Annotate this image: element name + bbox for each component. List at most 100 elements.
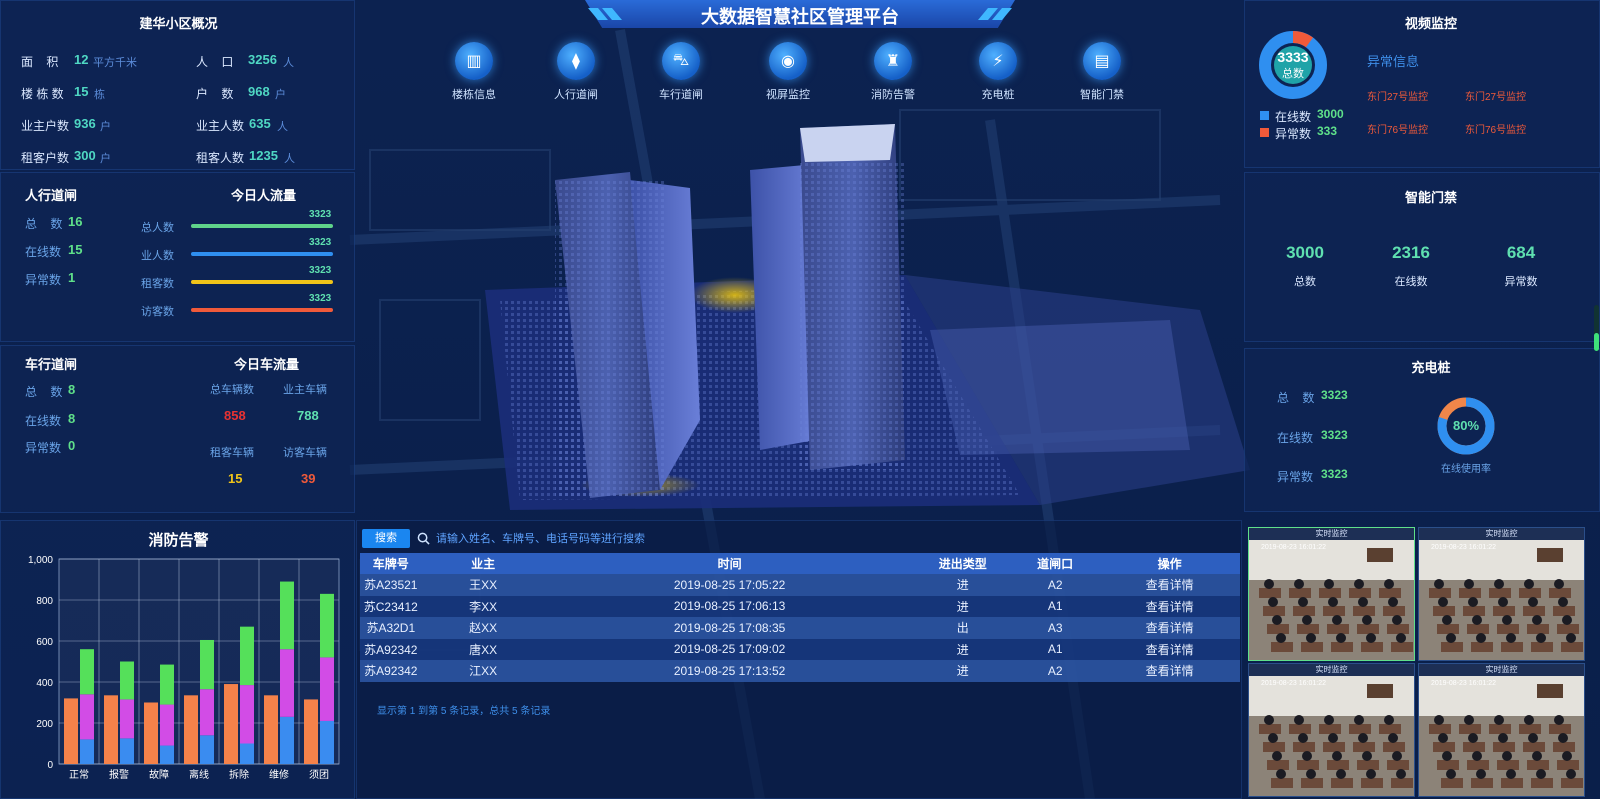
- search-button[interactable]: 搜索: [362, 529, 410, 548]
- buildings-unit: 栋: [94, 89, 105, 101]
- table-cell: 2019-08-25 17:06:13: [544, 595, 915, 617]
- scrollbar[interactable]: [1594, 305, 1599, 351]
- car-total-label: 总 数: [25, 385, 63, 399]
- nav-building-info[interactable]: ▥ 楼栋信息: [438, 42, 510, 102]
- bar-segment[interactable]: [104, 695, 118, 764]
- table-cell: A2: [1011, 574, 1100, 596]
- car-total-value: 8: [68, 382, 76, 397]
- table-cell: 2019-08-25 17:08:35: [544, 617, 915, 639]
- camera-feed[interactable]: 实时监控 2019-08-23 16:01:22: [1418, 527, 1585, 661]
- table-row[interactable]: 苏A23521 王XX 2019-08-25 17:05:22 进 A2 查看详情: [360, 574, 1240, 596]
- bar-segment[interactable]: [184, 695, 198, 764]
- column-header[interactable]: 业主: [421, 553, 545, 574]
- search-input[interactable]: [416, 529, 1016, 548]
- alert-item[interactable]: 东门27号监控: [1465, 88, 1526, 103]
- column-header[interactable]: 操作: [1099, 553, 1240, 574]
- view-details-link[interactable]: 查看详情: [1099, 660, 1240, 682]
- table-cell: 2019-08-25 17:05:22: [544, 574, 915, 596]
- scrollbar-thumb[interactable]: [1594, 333, 1599, 351]
- video-ring-value: 3333: [1277, 49, 1309, 65]
- bar-segment[interactable]: [160, 664, 174, 705]
- bar-segment[interactable]: [120, 738, 134, 764]
- table-cell: 2019-08-25 17:13:52: [544, 660, 915, 682]
- bar-segment[interactable]: [304, 699, 318, 764]
- table-cell: 唐XX: [421, 638, 545, 660]
- alert-item[interactable]: 东门27号监控: [1367, 88, 1428, 103]
- bar-segment[interactable]: [280, 716, 294, 764]
- bar-segment[interactable]: [200, 735, 214, 764]
- bar-segment[interactable]: [320, 720, 334, 764]
- bar-segment[interactable]: [64, 698, 78, 764]
- x-tick-label: 离线: [189, 768, 209, 781]
- table-cell: 2019-08-25 17:09:02: [544, 638, 915, 660]
- video-online-value: 3000: [1317, 107, 1344, 121]
- view-details-link[interactable]: 查看详情: [1099, 617, 1240, 639]
- car-flow-total-label: 总车辆数: [210, 384, 254, 396]
- bar-segment[interactable]: [120, 699, 134, 739]
- car-flow-total-value: 858: [224, 408, 246, 423]
- bar-segment[interactable]: [144, 702, 158, 765]
- bar-segment[interactable]: [80, 649, 94, 695]
- pedestrian-gate-icon: ⧫: [557, 42, 595, 80]
- ped-total-value: 16: [68, 214, 83, 229]
- bar-segment[interactable]: [264, 695, 278, 764]
- nav-fire-alarm[interactable]: ♜ 消防告警: [857, 42, 929, 102]
- bar-segment[interactable]: [320, 657, 334, 721]
- column-header[interactable]: 车牌号: [360, 553, 422, 574]
- legend-online-swatch: [1260, 111, 1269, 120]
- bar-segment[interactable]: [200, 689, 214, 736]
- column-header[interactable]: 时间: [544, 553, 915, 574]
- y-tick-label: 0: [47, 760, 53, 771]
- bar-segment[interactable]: [80, 739, 94, 764]
- nav-vehicle-gate[interactable]: ⛍ 车行道闸: [645, 42, 717, 102]
- table-row[interactable]: 苏A32D1 赵XX 2019-08-25 17:08:35 出 A3 查看详情: [360, 617, 1240, 639]
- view-details-link[interactable]: 查看详情: [1099, 574, 1240, 596]
- camera-icon: ◉: [769, 42, 807, 80]
- camera-title: 实时监控: [1419, 528, 1584, 540]
- column-header[interactable]: 进出类型: [914, 553, 1012, 574]
- bar-segment[interactable]: [280, 649, 294, 717]
- bar-segment[interactable]: [120, 661, 134, 700]
- car-flow-visitor-label: 访客车辆: [283, 447, 327, 459]
- door-abnormal-label: 异常数: [1504, 276, 1538, 288]
- bar-segment[interactable]: [200, 639, 214, 690]
- nav-pedestrian-gate[interactable]: ⧫ 人行道闸: [540, 42, 612, 102]
- table-row[interactable]: 苏A92342 江XX 2019-08-25 17:13:52 进 A2 查看详情: [360, 660, 1240, 682]
- alert-item[interactable]: 东门76号监控: [1465, 121, 1526, 136]
- bar-segment[interactable]: [240, 685, 254, 744]
- door-access-panel: 智能门禁 3000 总数 2316 在线数 684 异常数: [1244, 172, 1600, 342]
- bar-segment[interactable]: [224, 684, 238, 764]
- bar-segment[interactable]: [80, 694, 94, 740]
- owner-population-value: 635: [249, 116, 271, 131]
- bar-segment[interactable]: [240, 626, 254, 686]
- nav-door-access[interactable]: ▤ 智能门禁: [1066, 42, 1138, 102]
- camera-feed[interactable]: 实时监控 2019-08-23 16:01:22: [1418, 663, 1585, 797]
- alert-item[interactable]: 东门76号监控: [1367, 121, 1428, 136]
- flow-label: 总人数: [141, 222, 174, 234]
- bar-segment[interactable]: [160, 704, 174, 746]
- overview-title: 建华小区概况: [139, 16, 218, 31]
- camera-feed[interactable]: 实时监控 2019-08-23 16:01:22: [1248, 663, 1415, 797]
- buildings-label: 楼 栋 数: [21, 87, 64, 101]
- bar-segment[interactable]: [240, 743, 254, 765]
- x-tick-label: 拆除: [229, 768, 249, 781]
- flow-bar: [191, 252, 333, 256]
- bar-segment[interactable]: [280, 581, 294, 650]
- population-label: 人 口: [196, 55, 234, 69]
- table-row[interactable]: 苏A92342 唐XX 2019-08-25 17:09:02 进 A1 查看详情: [360, 638, 1240, 660]
- bar-segment[interactable]: [160, 745, 174, 764]
- camera-timestamp: 2019-08-23 16:01:22: [1261, 544, 1326, 551]
- nav-charging-pile[interactable]: ⚡ 充电桩: [962, 42, 1034, 102]
- column-header[interactable]: 道闸口: [1011, 553, 1100, 574]
- nav-camera[interactable]: ◉ 视屏监控: [752, 42, 824, 102]
- table-cell: 李XX: [421, 595, 545, 617]
- view-details-link[interactable]: 查看详情: [1099, 638, 1240, 660]
- fire-alarm-chart: 0 200 400 600 800 1,000 正常 报警 故障 离线 拆除 维修 须团: [28, 555, 340, 781]
- bar-segment[interactable]: [320, 593, 334, 658]
- overview-panel: 建华小区概况 面 积 12 平方千米 人 口 3256 人 楼 栋 数 15 栋…: [0, 0, 355, 170]
- camera-feed[interactable]: 实时监控 2019-08-23 16:01:22: [1248, 527, 1415, 661]
- video-ring-label: 总数: [1282, 68, 1304, 80]
- x-tick-label: 故障: [149, 768, 169, 781]
- table-row[interactable]: 苏C23412 李XX 2019-08-25 17:06:13 进 A1 查看详情: [360, 595, 1240, 617]
- view-details-link[interactable]: 查看详情: [1099, 595, 1240, 617]
